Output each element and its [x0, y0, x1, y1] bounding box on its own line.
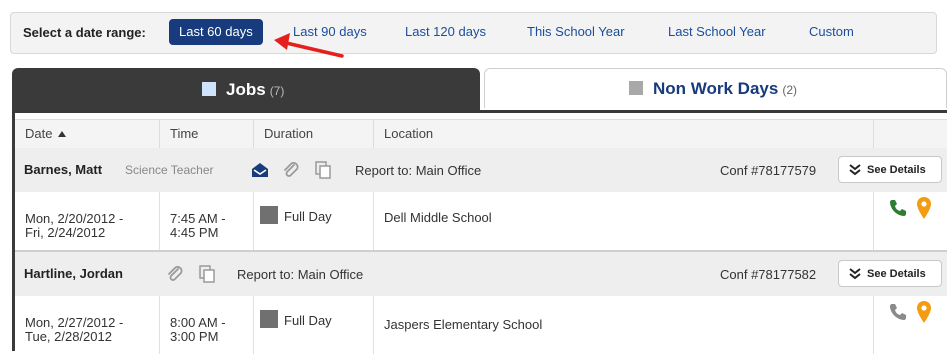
column-header-location[interactable]: Location	[374, 120, 874, 148]
range-custom[interactable]: Custom	[799, 19, 864, 45]
time-start: 8:00 AM -	[170, 315, 226, 330]
copy-icon[interactable]	[313, 160, 333, 180]
date-end: Fri, 2/24/2012	[25, 225, 106, 240]
duration-square-icon	[260, 310, 278, 328]
tab-nwd-label-wrap: Non Work Days (2)	[629, 69, 797, 109]
non-work-days-square-icon	[629, 81, 643, 95]
cell-time: 8:00 AM - 3:00 PM	[160, 296, 254, 354]
sort-ascending-icon	[58, 131, 67, 137]
cell-actions	[874, 192, 947, 250]
cell-duration: Full Day	[254, 296, 374, 354]
time-end: 3:00 PM	[170, 329, 219, 344]
date-start: Mon, 2/20/2012 -	[25, 211, 124, 226]
red-arrow-icon	[274, 33, 344, 58]
see-details-button[interactable]: See Details	[838, 260, 942, 287]
table-header: Date Time Duration Location	[15, 119, 947, 149]
cell-duration: Full Day	[254, 192, 374, 250]
report-to: Report to: Main Office	[355, 163, 482, 178]
range-last-60-days[interactable]: Last 60 days	[169, 19, 263, 45]
cell-date: Mon, 2/20/2012 - Fri, 2/24/2012	[15, 192, 160, 250]
time-end: 4:45 PM	[170, 225, 219, 240]
phone-icon[interactable]	[888, 302, 908, 322]
confirmation-number: Conf #78177582	[720, 267, 817, 282]
range-last-120-days[interactable]: Last 120 days	[395, 19, 496, 45]
tab-jobs-label: Jobs	[226, 80, 266, 99]
double-chevron-down-icon	[849, 268, 861, 280]
date-range-label: Select a date range:	[23, 25, 146, 40]
employee-role: Science Teacher	[125, 163, 214, 177]
duration-square-icon	[260, 206, 278, 224]
tab-nwd-count: (2)	[782, 83, 797, 97]
column-header-date[interactable]: Date	[15, 120, 160, 148]
time-start: 7:45 AM -	[170, 211, 226, 226]
job-group-header: Hartline, Jordan Report to: Main Office …	[15, 252, 947, 297]
tab-jobs[interactable]: Jobs (7)	[12, 68, 480, 112]
location: Jaspers Elementary School	[384, 317, 543, 332]
column-header-time[interactable]: Time	[160, 120, 254, 148]
column-date-label: Date	[25, 126, 53, 141]
table-row[interactable]: Mon, 2/20/2012 - Fri, 2/24/2012 7:45 AM …	[15, 192, 947, 252]
jobs-table: Date Time Duration Location Barnes, Matt…	[12, 110, 947, 354]
employee-name: Barnes, Matt	[24, 162, 103, 177]
column-header-duration[interactable]: Duration	[254, 120, 374, 148]
job-group-header: Barnes, Matt Science Teacher Report to: …	[15, 148, 947, 193]
cell-date: Mon, 2/27/2012 - Tue, 2/28/2012	[15, 296, 160, 354]
phone-icon[interactable]	[888, 198, 908, 218]
map-pin-icon[interactable]	[916, 300, 932, 324]
employee-name: Hartline, Jordan	[24, 266, 123, 281]
cell-time: 7:45 AM - 4:45 PM	[160, 192, 254, 250]
map-pin-icon[interactable]	[916, 196, 932, 220]
tab-jobs-label-wrap: Jobs (7)	[202, 68, 284, 112]
report-to: Report to: Main Office	[237, 267, 364, 282]
date-end: Tue, 2/28/2012	[25, 329, 112, 344]
cell-actions	[874, 296, 947, 354]
range-last-school-year[interactable]: Last School Year	[658, 19, 776, 45]
date-range-bar: Select a date range: Last 60 days Last 9…	[10, 12, 937, 54]
tab-jobs-count: (7)	[269, 84, 285, 98]
tab-non-work-days[interactable]: Non Work Days (2)	[484, 68, 947, 108]
confirmation-number: Conf #78177579	[720, 163, 817, 178]
cell-location: Dell Middle School	[374, 192, 874, 250]
date-start: Mon, 2/27/2012 -	[25, 315, 124, 330]
see-details-button[interactable]: See Details	[838, 156, 942, 183]
table-row[interactable]: Mon, 2/27/2012 - Tue, 2/28/2012 8:00 AM …	[15, 296, 947, 354]
range-this-school-year[interactable]: This School Year	[517, 19, 635, 45]
duration: Full Day	[284, 209, 332, 224]
see-details-label: See Details	[867, 268, 926, 280]
paperclip-icon[interactable]	[281, 160, 301, 180]
jobs-square-icon	[202, 82, 216, 96]
envelope-open-icon[interactable]	[250, 160, 270, 180]
tab-nwd-label: Non Work Days	[653, 79, 779, 98]
duration: Full Day	[284, 313, 332, 328]
paperclip-icon[interactable]	[165, 264, 185, 284]
double-chevron-down-icon	[849, 164, 861, 176]
location: Dell Middle School	[384, 210, 492, 225]
see-details-label: See Details	[867, 164, 926, 176]
cell-location: Jaspers Elementary School	[374, 296, 874, 354]
copy-icon[interactable]	[197, 264, 217, 284]
